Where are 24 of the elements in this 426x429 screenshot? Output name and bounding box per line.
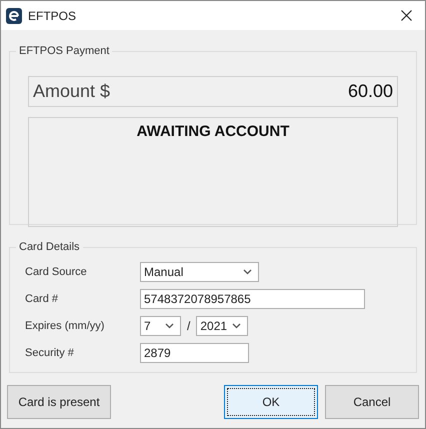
input-field[interactable]: 2879 xyxy=(140,343,249,363)
chevron-down-icon xyxy=(243,269,252,275)
close-icon xyxy=(400,10,412,21)
dialog-button[interactable]: OK xyxy=(224,385,318,419)
input-field[interactable]: 5748372078957865 xyxy=(140,289,365,309)
field-label: Expires (mm/yy) xyxy=(25,318,106,334)
window-title: EFTPOS xyxy=(28,8,78,24)
dropdown[interactable]: 7 xyxy=(140,316,181,336)
dialog-button[interactable]: Card is present xyxy=(7,385,111,419)
status-message: AWAITING ACCOUNT xyxy=(136,122,290,142)
chevron-down-icon xyxy=(165,323,174,329)
field-label: Security # xyxy=(25,346,75,361)
field-label: Card # xyxy=(25,292,60,307)
group-legend: Card Details xyxy=(16,239,83,256)
amount-value: 60.00 xyxy=(348,80,393,102)
dropdown[interactable]: Manual xyxy=(140,262,259,282)
dropdown[interactable]: 2021 xyxy=(196,316,248,336)
field-label: Card Source xyxy=(25,264,88,280)
separator: / xyxy=(187,318,190,335)
app-logo-icon xyxy=(6,8,22,24)
amount-label: Amount $ xyxy=(33,80,110,102)
group-legend: EFTPOS Payment xyxy=(16,43,112,60)
chevron-down-icon xyxy=(232,323,242,329)
dialog-button[interactable]: Cancel xyxy=(325,385,419,419)
